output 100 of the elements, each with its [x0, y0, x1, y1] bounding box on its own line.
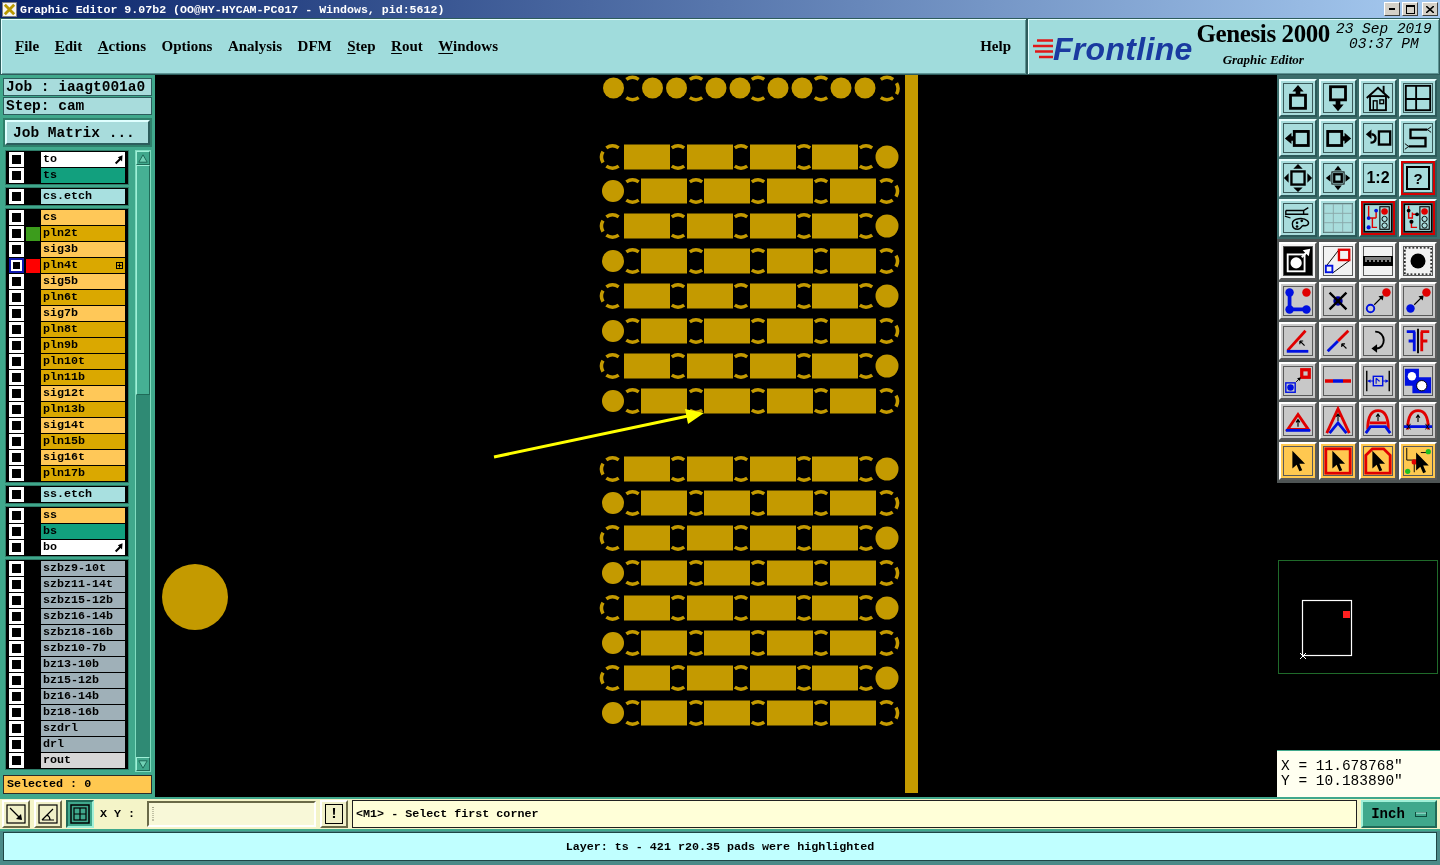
layer-checkbox[interactable] [9, 322, 24, 337]
maximize-button[interactable] [1402, 2, 1418, 16]
toolbar-button[interactable] [1359, 322, 1397, 360]
layer-name[interactable]: pln10t [41, 354, 125, 369]
layer-checkbox[interactable] [9, 210, 24, 225]
layer-name[interactable]: sig7b [41, 306, 125, 321]
layer-checkbox[interactable] [9, 370, 24, 385]
alert-button[interactable]: ! [320, 800, 349, 828]
layer-checkbox[interactable] [9, 593, 24, 608]
toolbar-button[interactable] [1399, 199, 1437, 237]
toolbar-button[interactable] [1399, 242, 1437, 280]
close-button[interactable] [1422, 2, 1438, 16]
toolbar-button[interactable] [1359, 119, 1397, 157]
toolbar-button[interactable] [1319, 242, 1357, 280]
layer-name[interactable]: sig5b [41, 274, 125, 289]
toolbar-button[interactable] [1399, 282, 1437, 320]
toolbar-button[interactable] [1279, 362, 1317, 400]
toolbar-button[interactable] [1399, 322, 1437, 360]
layer-name[interactable]: pln8t [41, 322, 125, 337]
toolbar-button[interactable] [1279, 282, 1317, 320]
units-dropdown[interactable]: Inch [1361, 800, 1437, 828]
toolbar-button[interactable] [1399, 362, 1437, 400]
layer-checkbox[interactable] [9, 540, 24, 555]
toolbar-button[interactable] [1399, 119, 1437, 157]
layer-name[interactable]: bz18-16b [41, 705, 125, 720]
layer-checkbox[interactable] [9, 434, 24, 449]
toolbar-button[interactable] [1319, 402, 1357, 440]
layer-checkbox[interactable] [9, 577, 24, 592]
layer-checkbox[interactable] [9, 338, 24, 353]
menu-item[interactable]: DFM [297, 38, 332, 55]
layer-checkbox[interactable] [9, 274, 24, 289]
layer-checkbox[interactable] [9, 466, 24, 481]
layer-checkbox[interactable] [9, 508, 24, 523]
menu-item[interactable]: Step [347, 38, 376, 55]
layer-name[interactable]: ss.etch [41, 487, 125, 502]
scroll-up-button[interactable] [136, 151, 150, 165]
layer-checkbox[interactable] [9, 524, 24, 539]
toolbar-button[interactable] [1359, 79, 1397, 117]
toolbar-button[interactable]: 1:2 [1359, 159, 1397, 197]
layer-name[interactable]: bs [41, 524, 125, 539]
layer-name[interactable]: szdrl [41, 721, 125, 736]
layer-name[interactable]: sig14t [41, 418, 125, 433]
toolbar-button[interactable] [1279, 242, 1317, 280]
layer-checkbox[interactable] [9, 450, 24, 465]
minimize-button[interactable] [1384, 2, 1400, 16]
layer-name[interactable]: pln11b [41, 370, 125, 385]
scrollbar-thumb[interactable] [136, 165, 150, 395]
toolbar-button[interactable] [1279, 322, 1317, 360]
toolbar-button[interactable] [1319, 442, 1357, 480]
menu-item[interactable]: Edit [54, 38, 83, 55]
layer-name[interactable]: rout [41, 753, 125, 768]
toolbar-button[interactable] [1319, 282, 1357, 320]
toolbar-button[interactable] [1359, 282, 1397, 320]
layer-name[interactable]: pln9b [41, 338, 125, 353]
layer-name[interactable]: szbz9-10t [41, 561, 125, 576]
layer-checkbox[interactable] [9, 152, 24, 167]
layer-checkbox[interactable] [9, 189, 24, 204]
toolbar-button[interactable] [1359, 242, 1397, 280]
toolbar-button[interactable] [1279, 402, 1317, 440]
menu-item[interactable]: File [15, 38, 40, 55]
layer-name[interactable]: sig12t [41, 386, 125, 401]
layer-name[interactable]: sig16t [41, 450, 125, 465]
layer-name[interactable]: to [41, 152, 125, 167]
layer-checkbox[interactable] [9, 418, 24, 433]
layer-name[interactable]: drl [41, 737, 125, 752]
toolbar-button[interactable] [1399, 442, 1437, 480]
layer-checkbox[interactable] [9, 487, 24, 502]
toolbar-button[interactable] [1319, 159, 1357, 197]
menu-item[interactable]: Rout [391, 38, 423, 55]
menu-item[interactable]: Windows [438, 38, 499, 55]
layer-checkbox[interactable] [9, 689, 24, 704]
layer-name[interactable]: pln2t [41, 226, 125, 241]
layer-checkbox[interactable] [9, 354, 24, 369]
toolbar-button[interactable] [1359, 199, 1397, 237]
layer-name[interactable]: pln15b [41, 434, 125, 449]
layer-name[interactable]: sig3b [41, 242, 125, 257]
layer-name[interactable]: ts [41, 168, 125, 183]
layer-checkbox[interactable] [9, 657, 24, 672]
layer-name[interactable]: cs.etch [41, 189, 125, 204]
layer-name[interactable]: pln13b [41, 402, 125, 417]
toolbar-button[interactable]: ? [1399, 159, 1437, 197]
layer-checkbox[interactable] [9, 609, 24, 624]
layer-checkbox[interactable] [9, 306, 24, 321]
layer-checkbox[interactable] [9, 721, 24, 736]
layer-checkbox[interactable] [9, 705, 24, 720]
layer-checkbox[interactable] [9, 290, 24, 305]
toolbar-button[interactable] [1319, 322, 1357, 360]
layer-name[interactable]: pln4t [41, 258, 125, 273]
layer-checkbox[interactable] [9, 402, 24, 417]
help-menu[interactable]: Help [980, 38, 1011, 55]
layer-checkbox[interactable] [9, 673, 24, 688]
layer-checkbox[interactable] [9, 226, 24, 241]
toolbar-button[interactable] [1359, 402, 1397, 440]
layer-checkbox[interactable] [9, 641, 24, 656]
toolbar-button[interactable] [1359, 442, 1397, 480]
layer-name[interactable]: pln6t [41, 290, 125, 305]
layer-checkbox[interactable] [9, 242, 24, 257]
layer-name[interactable]: bo [41, 540, 125, 555]
toolbar-button[interactable] [1279, 119, 1317, 157]
toolbar-button[interactable] [1279, 159, 1317, 197]
